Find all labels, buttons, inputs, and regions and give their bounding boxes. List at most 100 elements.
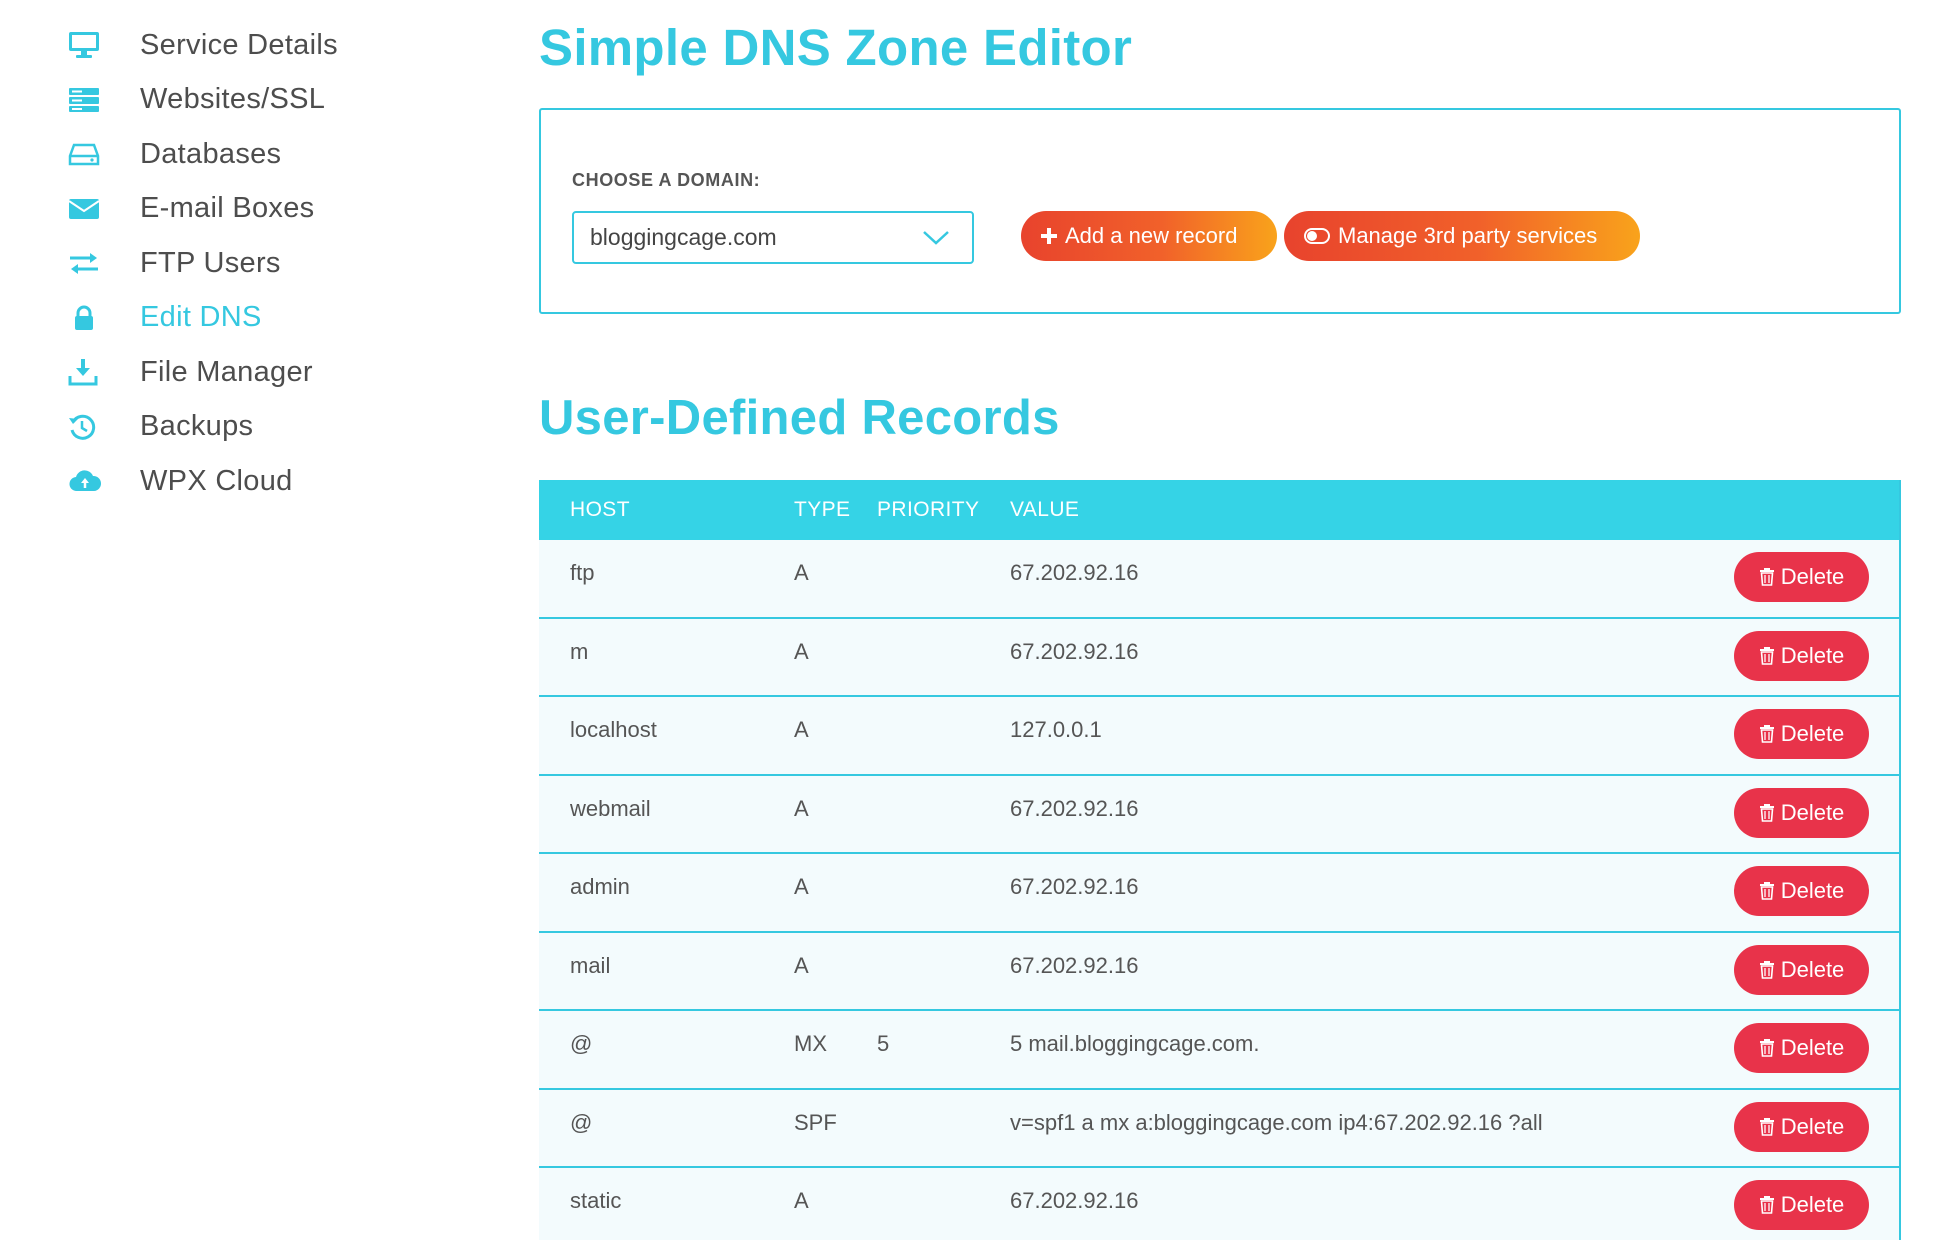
manage-3rd-party-button[interactable]: Manage 3rd party services <box>1284 211 1640 261</box>
delete-button[interactable]: Delete <box>1734 1023 1869 1073</box>
delete-button[interactable]: Delete <box>1734 552 1869 602</box>
delete-label: Delete <box>1780 1035 1845 1060</box>
table-row: @ MX 5 5 mail.bloggingcage.com. Delete <box>539 1011 1899 1090</box>
trash-icon <box>1759 1039 1775 1057</box>
column-header-host: HOST <box>570 498 630 521</box>
trash-icon <box>1759 803 1775 822</box>
delete-button[interactable]: Delete <box>1734 1101 1869 1152</box>
trash-icon <box>1759 725 1775 743</box>
delete-button[interactable]: Delete <box>1734 787 1869 838</box>
table-row: m A 67.202.92.16 Delete <box>539 618 1899 697</box>
cell-host: @ <box>570 1109 593 1135</box>
transfer-arrows-icon <box>68 245 108 281</box>
domain-chooser-card: CHOOSE A DOMAIN: bloggingcage.com Add a … <box>539 108 1901 314</box>
sidebar-item-edit-dns[interactable]: Edit DNS <box>60 291 480 346</box>
delete-label: Delete <box>1780 1113 1845 1139</box>
cell-type: SPF <box>794 1109 837 1135</box>
table-row: localhost A 127.0.0.1 Delete <box>539 697 1899 776</box>
cell-value: v=spf1 a mx a:bloggingcage.com ip4:67.20… <box>1010 1109 1543 1135</box>
delete-label: Delete <box>1780 956 1845 982</box>
cloud-upload-icon <box>68 463 108 499</box>
sidebar-item-label: E-mail Boxes <box>140 192 315 225</box>
cell-value: 67.202.92.16 <box>1010 560 1139 585</box>
sidebar-item-label: Backups <box>140 410 254 443</box>
column-header-type: TYPE <box>794 498 851 521</box>
envelope-icon <box>68 191 108 227</box>
history-icon <box>68 409 108 445</box>
chevron-down-icon <box>922 226 950 254</box>
lock-icon <box>68 300 108 336</box>
monitor-icon <box>68 27 108 63</box>
sidebar-item-label: Databases <box>140 137 282 170</box>
sidebar-item-wpx-cloud[interactable]: WPX Cloud <box>60 454 480 509</box>
table-row: mail A 67.202.92.16 Delete <box>539 932 1899 1011</box>
table-header: HOST TYPE PRIORITY VALUE <box>539 480 1899 540</box>
cell-type: A <box>794 717 809 742</box>
cell-host: webmail <box>570 795 651 821</box>
table-row: static A 67.202.92.16 Delete <box>539 1168 1899 1240</box>
download-icon <box>68 354 108 390</box>
sidebar-item-label: Websites/SSL <box>140 83 326 116</box>
records-section-title: User-Defined Records <box>539 391 1060 445</box>
sidebar-nav: Service Details Websites/SSL Databases E… <box>60 18 480 509</box>
cell-value: 67.202.92.16 <box>1010 952 1139 978</box>
add-record-label: Add a new record <box>1065 223 1238 248</box>
add-record-button[interactable]: Add a new record <box>1021 211 1277 261</box>
delete-label: Delete <box>1780 1192 1845 1217</box>
table-row: admin A 67.202.92.16 Delete <box>539 854 1899 933</box>
table-row: webmail A 67.202.92.16 Delete <box>539 775 1899 854</box>
cell-type: A <box>794 874 809 899</box>
delete-button[interactable]: Delete <box>1734 944 1869 995</box>
trash-icon <box>1759 1117 1775 1136</box>
cell-host: localhost <box>570 717 657 742</box>
hard-drive-icon <box>68 136 108 172</box>
cell-value: 127.0.0.1 <box>1010 717 1102 742</box>
delete-label: Delete <box>1780 799 1845 825</box>
cell-host: mail <box>570 952 611 978</box>
sidebar-item-websites-ssl[interactable]: Websites/SSL <box>60 73 480 128</box>
cell-host: ftp <box>570 560 595 585</box>
cell-type: A <box>794 638 809 664</box>
plus-icon <box>1041 228 1057 244</box>
sidebar-item-file-manager[interactable]: File Manager <box>60 345 480 400</box>
cell-value: 67.202.92.16 <box>1010 1188 1139 1213</box>
toggle-icon <box>1304 228 1330 244</box>
trash-icon <box>1759 646 1775 665</box>
sidebar-item-service-details[interactable]: Service Details <box>60 18 480 73</box>
sidebar-item-ftp-users[interactable]: FTP Users <box>60 236 480 291</box>
records-table: HOST TYPE PRIORITY VALUE ftp A 67.202.92.1… <box>539 480 1901 1240</box>
cell-value: 5 mail.bloggingcage.com. <box>1010 1031 1260 1056</box>
sidebar-item-label: FTP Users <box>140 246 281 279</box>
sidebar-item-databases[interactable]: Databases <box>60 127 480 182</box>
cell-value: 67.202.92.16 <box>1010 638 1139 664</box>
trash-icon <box>1759 882 1775 900</box>
trash-icon <box>1759 1196 1775 1214</box>
delete-button[interactable]: Delete <box>1734 630 1869 681</box>
cell-priority: 5 <box>877 1031 890 1056</box>
trash-icon <box>1759 568 1775 586</box>
sidebar-item-backups[interactable]: Backups <box>60 400 480 455</box>
cell-host: m <box>570 638 589 664</box>
cell-host: admin <box>570 874 630 899</box>
delete-button[interactable]: Delete <box>1734 1180 1869 1230</box>
domain-label: CHOOSE A DOMAIN: <box>572 170 761 190</box>
trash-icon <box>1759 960 1775 979</box>
delete-label: Delete <box>1780 564 1845 589</box>
cell-type: A <box>794 795 809 821</box>
cell-type: A <box>794 1188 809 1213</box>
server-icon <box>68 82 108 118</box>
sidebar-item-label: WPX Cloud <box>140 464 293 497</box>
delete-button[interactable]: Delete <box>1734 709 1869 759</box>
delete-button[interactable]: Delete <box>1734 866 1869 916</box>
cell-type: A <box>794 952 809 978</box>
cell-host: @ <box>570 1031 593 1056</box>
table-row: @ SPF v=spf1 a mx a:bloggingcage.com ip4:6… <box>539 1089 1899 1168</box>
sidebar-item-email-boxes[interactable]: E-mail Boxes <box>60 182 480 237</box>
manage-3rd-party-label: Manage 3rd party services <box>1338 223 1598 248</box>
sidebar-item-label: Service Details <box>140 28 338 61</box>
cell-value: 67.202.92.16 <box>1010 795 1139 821</box>
cell-value: 67.202.92.16 <box>1010 874 1139 899</box>
table-body: ftp A 67.202.92.16 Delete m A 67.202.92.16 Dele… <box>539 540 1899 1240</box>
domain-select[interactable]: bloggingcage.com <box>572 211 974 264</box>
cell-type: A <box>794 560 809 585</box>
